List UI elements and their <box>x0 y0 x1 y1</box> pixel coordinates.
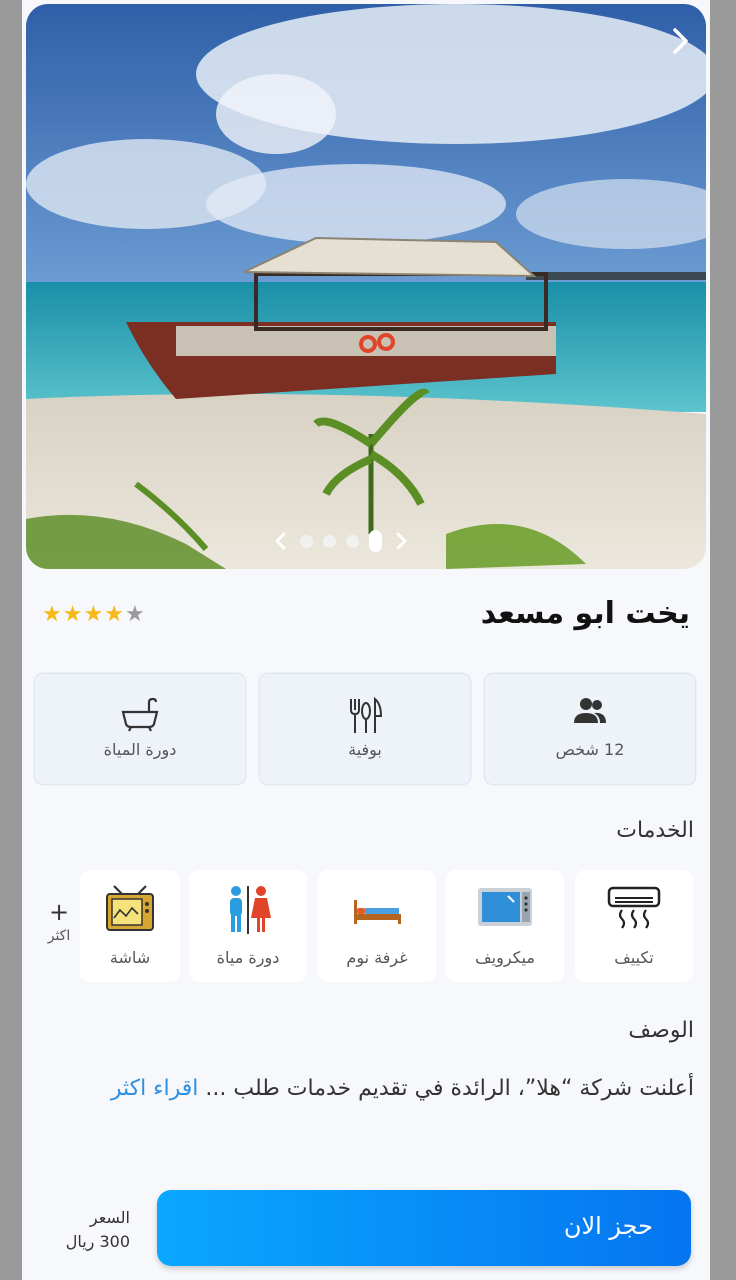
service-label: دورة مياة <box>216 948 280 967</box>
feature-label: دورة المياة <box>103 740 177 759</box>
bed-icon <box>354 900 401 924</box>
price-block: السعر 300 ريال <box>58 1206 130 1254</box>
star-empty-icon: ★ <box>124 602 145 627</box>
service-label: شاشة <box>109 948 151 967</box>
listing-screen: يخت ابو مسعد ★ ★ ★ ★ ★ 12 شخص بوفية دورة… <box>22 0 710 1280</box>
service-ac[interactable]: تكييف <box>575 870 693 982</box>
chevron-left-icon[interactable] <box>272 529 290 553</box>
carousel-indicator <box>272 529 410 553</box>
book-now-button[interactable]: حجز الان <box>157 1190 691 1266</box>
boat-photo <box>26 4 706 569</box>
service-tv[interactable]: شاشة <box>80 870 180 982</box>
book-now-label: حجز الان <box>563 1212 653 1240</box>
description-title: الوصف <box>628 1018 694 1043</box>
microwave-icon <box>478 888 532 926</box>
carousel-dot[interactable] <box>346 534 359 548</box>
listing-title: يخت ابو مسعد <box>480 596 690 631</box>
star-icon: ★ <box>42 602 62 627</box>
service-label: ميكرويف <box>475 948 535 967</box>
service-restroom[interactable]: دورة مياة <box>189 870 307 982</box>
carousel-dot-active[interactable] <box>369 530 382 552</box>
bathtub-icon <box>121 697 159 732</box>
carousel-dot[interactable] <box>300 534 313 548</box>
feature-capacity: 12 شخص <box>485 674 695 784</box>
image-carousel[interactable] <box>26 4 706 569</box>
people-icon <box>574 698 606 723</box>
chevron-right-icon[interactable] <box>392 529 410 553</box>
feature-bathroom: دورة المياة <box>35 674 245 784</box>
more-services-button[interactable]: + اكثر <box>42 900 76 944</box>
restroom-icon <box>230 886 271 934</box>
service-microwave[interactable]: ميكرويف <box>446 870 564 982</box>
service-label: تكييف <box>614 948 654 967</box>
carousel-dot[interactable] <box>323 534 336 548</box>
feature-buffet: بوفية <box>260 674 470 784</box>
feature-label: 12 شخص <box>555 740 625 759</box>
star-icon: ★ <box>83 602 104 627</box>
service-label: غرفة نوم <box>346 948 408 967</box>
star-icon: ★ <box>62 602 83 627</box>
services-title: الخدمات <box>616 818 694 843</box>
tv-icon <box>106 885 154 931</box>
description-text: أعلنت شركة “هلا”، الرائدة في تقديم خدمات… <box>111 1076 694 1101</box>
cutlery-icon <box>350 696 383 733</box>
next-image-icon[interactable] <box>666 24 694 58</box>
air-conditioner-icon <box>607 886 661 929</box>
description-body: أعلنت شركة “هلا”، الرائدة في تقديم خدمات… <box>198 1076 694 1101</box>
service-bedroom[interactable]: غرفة نوم <box>318 870 436 982</box>
read-more-link[interactable]: اقراء اكثر <box>111 1076 199 1101</box>
star-icon: ★ <box>104 602 124 627</box>
rating-stars: ★ ★ ★ ★ ★ <box>42 603 145 627</box>
plus-icon: + <box>48 898 70 926</box>
price-value: 300 ريال <box>65 1232 130 1251</box>
feature-label: بوفية <box>348 740 382 759</box>
more-label: اكثر <box>47 928 71 944</box>
price-label: السعر <box>89 1208 130 1227</box>
